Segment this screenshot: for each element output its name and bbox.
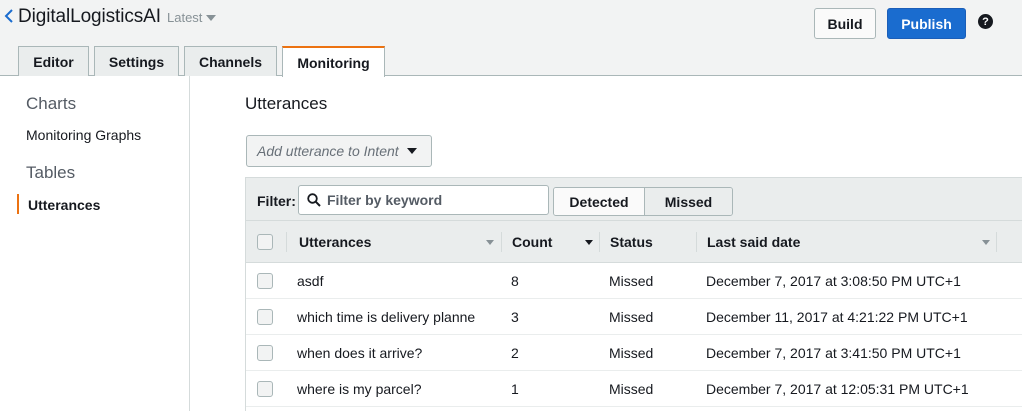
count-cell: 1 [511, 381, 519, 397]
add-utterance-label: Add utterance to Intent [257, 143, 399, 159]
row-checkbox[interactable] [257, 381, 273, 397]
column-divider [996, 232, 997, 252]
last-said-date-cell: December 7, 2017 at 12:05:31 PM UTC+1 [706, 381, 969, 397]
add-utterance-to-intent-dropdown[interactable]: Add utterance to Intent [246, 135, 432, 167]
missed-segment-button[interactable]: Missed [645, 188, 732, 215]
row-checkbox[interactable] [257, 345, 273, 361]
utterance-cell: when does it arrive? [297, 345, 423, 361]
count-cell: 3 [511, 309, 519, 325]
build-button[interactable]: Build [814, 8, 876, 39]
tab-monitoring[interactable]: Monitoring [282, 46, 385, 77]
top-bar: DigitalLogisticsAI Latest Build Publish … [0, 0, 1022, 46]
column-divider [599, 232, 600, 252]
table-row[interactable]: which time is delivery planne 3 Missed D… [246, 299, 1022, 335]
filter-search-box[interactable] [298, 185, 549, 215]
sidebar: Charts Monitoring Graphs Tables Utteranc… [0, 76, 190, 411]
status-cell: Missed [609, 345, 654, 361]
sidebar-item-utterances[interactable]: Utterances [28, 197, 100, 213]
sort-caret-icon[interactable] [486, 240, 494, 245]
count-cell: 8 [511, 273, 519, 289]
bot-name-title[interactable]: DigitalLogisticsAI [18, 6, 161, 28]
search-icon [307, 193, 321, 207]
version-dropdown[interactable]: Latest [167, 10, 217, 25]
filter-label: Filter: [257, 193, 296, 209]
column-header-utterances[interactable]: Utterances [299, 221, 371, 263]
count-cell: 2 [511, 345, 519, 361]
column-divider [696, 232, 697, 252]
utterance-cell: where is my parcel? [297, 381, 422, 397]
column-header-count[interactable]: Count [512, 221, 552, 263]
version-label: Latest [167, 10, 203, 25]
last-said-date-cell: December 7, 2017 at 3:41:50 PM UTC+1 [706, 345, 961, 361]
utterance-cell: which time is delivery planne [297, 309, 476, 325]
last-said-date-cell: December 11, 2017 at 4:21:22 PM UTC+1 [706, 309, 968, 325]
utterances-panel: Filter: Detected Missed Utterances Count… [245, 177, 1022, 411]
table-row[interactable]: where is my parcel? 1 Missed December 7,… [246, 371, 1022, 407]
status-cell: Missed [609, 273, 654, 289]
back-chevron-icon[interactable] [4, 8, 14, 24]
status-cell: Missed [609, 381, 654, 397]
column-divider [286, 232, 287, 252]
select-all-checkbox[interactable] [257, 234, 273, 250]
utterances-table: Utterances Count Status Last said date a… [246, 221, 1022, 407]
row-checkbox[interactable] [257, 273, 273, 289]
sidebar-heading-tables: Tables [26, 163, 76, 182]
active-item-marker [17, 194, 19, 214]
status-cell: Missed [609, 309, 654, 325]
filter-keyword-input[interactable] [327, 192, 537, 208]
publish-button[interactable]: Publish [887, 8, 966, 39]
row-checkbox[interactable] [257, 309, 273, 325]
tab-bar: Editor Settings Channels Monitoring [0, 46, 1022, 77]
filter-bar: Filter: Detected Missed [246, 177, 1022, 221]
tab-editor[interactable]: Editor [18, 46, 89, 76]
column-header-status[interactable]: Status [610, 221, 653, 263]
page-title: Utterances [245, 94, 328, 113]
tab-settings[interactable]: Settings [94, 46, 179, 76]
column-header-last-said-date[interactable]: Last said date [707, 221, 800, 263]
chevron-down-icon [206, 15, 217, 21]
status-segmented-control: Detected Missed [553, 187, 733, 216]
sidebar-heading-charts: Charts [26, 94, 77, 113]
utterance-cell: asdf [297, 273, 324, 289]
detected-segment-button[interactable]: Detected [554, 188, 645, 215]
caret-down-icon [406, 148, 417, 154]
sort-caret-icon[interactable] [982, 240, 990, 245]
last-said-date-cell: December 7, 2017 at 3:08:50 PM UTC+1 [706, 273, 961, 289]
column-divider [501, 232, 502, 252]
table-header: Utterances Count Status Last said date [246, 221, 1022, 263]
tab-channels[interactable]: Channels [184, 46, 277, 76]
help-icon[interactable]: ? [978, 14, 993, 29]
sidebar-item-monitoring-graphs[interactable]: Monitoring Graphs [26, 127, 141, 143]
sort-caret-icon[interactable] [585, 240, 593, 245]
table-row[interactable]: asdf 8 Missed December 7, 2017 at 3:08:5… [246, 263, 1022, 299]
table-row[interactable]: when does it arrive? 2 Missed December 7… [246, 335, 1022, 371]
